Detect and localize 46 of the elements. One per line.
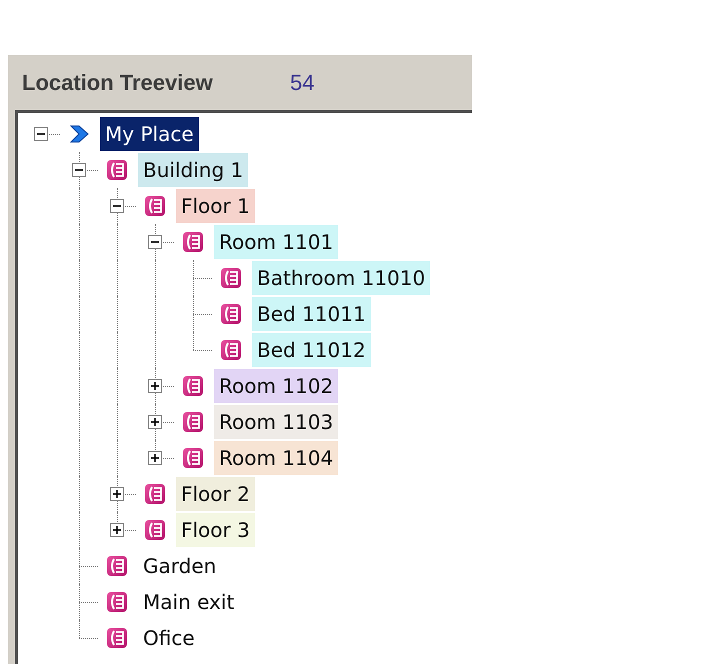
expand-toggle[interactable]	[110, 523, 124, 537]
plus-icon	[150, 453, 160, 463]
tree-item[interactable]: Bed 11012	[252, 333, 371, 367]
location-icon	[182, 447, 204, 469]
tree-item[interactable]: Room 1102	[214, 369, 338, 403]
location-icon	[144, 519, 166, 541]
tree-item[interactable]: Bathroom 11010	[252, 261, 430, 295]
tree-item[interactable]: Ofice	[138, 621, 200, 655]
location-icon	[182, 231, 204, 253]
collapse-toggle[interactable]	[72, 163, 86, 177]
tree-item[interactable]: My Place	[100, 117, 199, 151]
tree-item[interactable]: Garden	[138, 549, 222, 583]
chevron-icon	[68, 123, 90, 145]
plus-icon	[150, 381, 160, 391]
tree-item[interactable]: Room 1104	[214, 441, 338, 475]
panel-title: Location Treeview	[22, 69, 214, 97]
location-icon	[106, 627, 128, 649]
location-icon	[220, 303, 242, 325]
tree-item[interactable]: Floor 2	[176, 477, 255, 511]
expand-toggle[interactable]	[148, 451, 162, 465]
location-icon	[144, 483, 166, 505]
collapse-toggle[interactable]	[34, 127, 48, 141]
collapse-toggle[interactable]	[110, 199, 124, 213]
location-icon	[220, 267, 242, 289]
collapse-toggle[interactable]	[148, 235, 162, 249]
tree-item[interactable]: Floor 3	[176, 513, 255, 547]
expand-toggle[interactable]	[110, 487, 124, 501]
location-icon	[144, 195, 166, 217]
location-icon	[106, 159, 128, 181]
plus-icon	[150, 417, 160, 427]
expand-toggle[interactable]	[148, 415, 162, 429]
plus-icon	[112, 525, 122, 535]
item-count: 54	[290, 69, 314, 97]
tree-item[interactable]: Room 1103	[214, 405, 338, 439]
tree-item[interactable]: Bed 11011	[252, 297, 371, 331]
expand-toggle[interactable]	[148, 379, 162, 393]
location-icon	[106, 591, 128, 613]
tree-item[interactable]: Floor 1	[176, 189, 255, 223]
location-icon	[220, 339, 242, 361]
tree-item[interactable]: Main exit	[138, 585, 240, 619]
location-icon	[182, 411, 204, 433]
tree-item[interactable]: Room 1101	[214, 225, 338, 259]
location-icon	[106, 555, 128, 577]
location-icon	[182, 375, 204, 397]
plus-icon	[112, 489, 122, 499]
tree-item[interactable]: Building 1	[138, 153, 248, 187]
